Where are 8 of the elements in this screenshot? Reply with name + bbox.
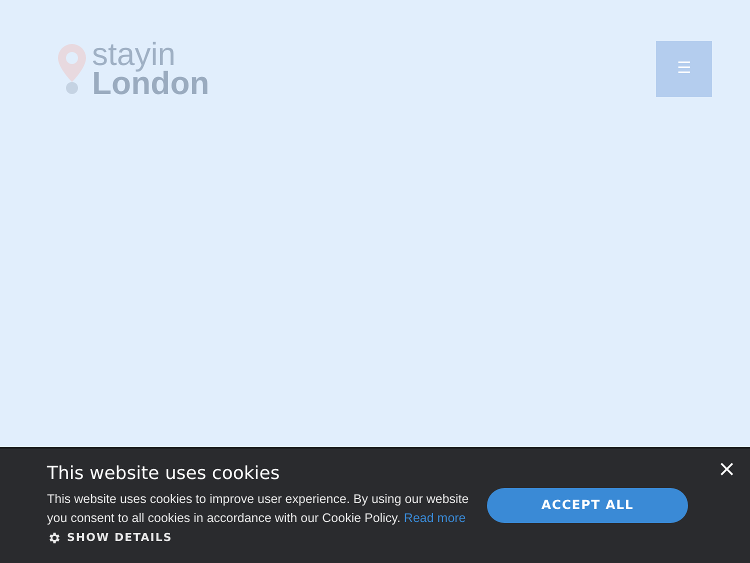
close-button[interactable]: × (718, 457, 736, 483)
accept-all-button[interactable]: ACCEPT ALL (487, 488, 688, 523)
show-details-button[interactable]: SHOW DETAILS (67, 530, 172, 546)
map-pin-icon (56, 42, 88, 96)
gear-icon (47, 531, 61, 546)
cookie-title: This website uses cookies (47, 462, 281, 486)
cookie-text: This website uses cookies to improve user experience. By using our website you consent to all cookies in accordance with our Cookie Policy. Read more (47, 491, 470, 527)
read-more-link[interactable]: Read more (404, 511, 466, 525)
